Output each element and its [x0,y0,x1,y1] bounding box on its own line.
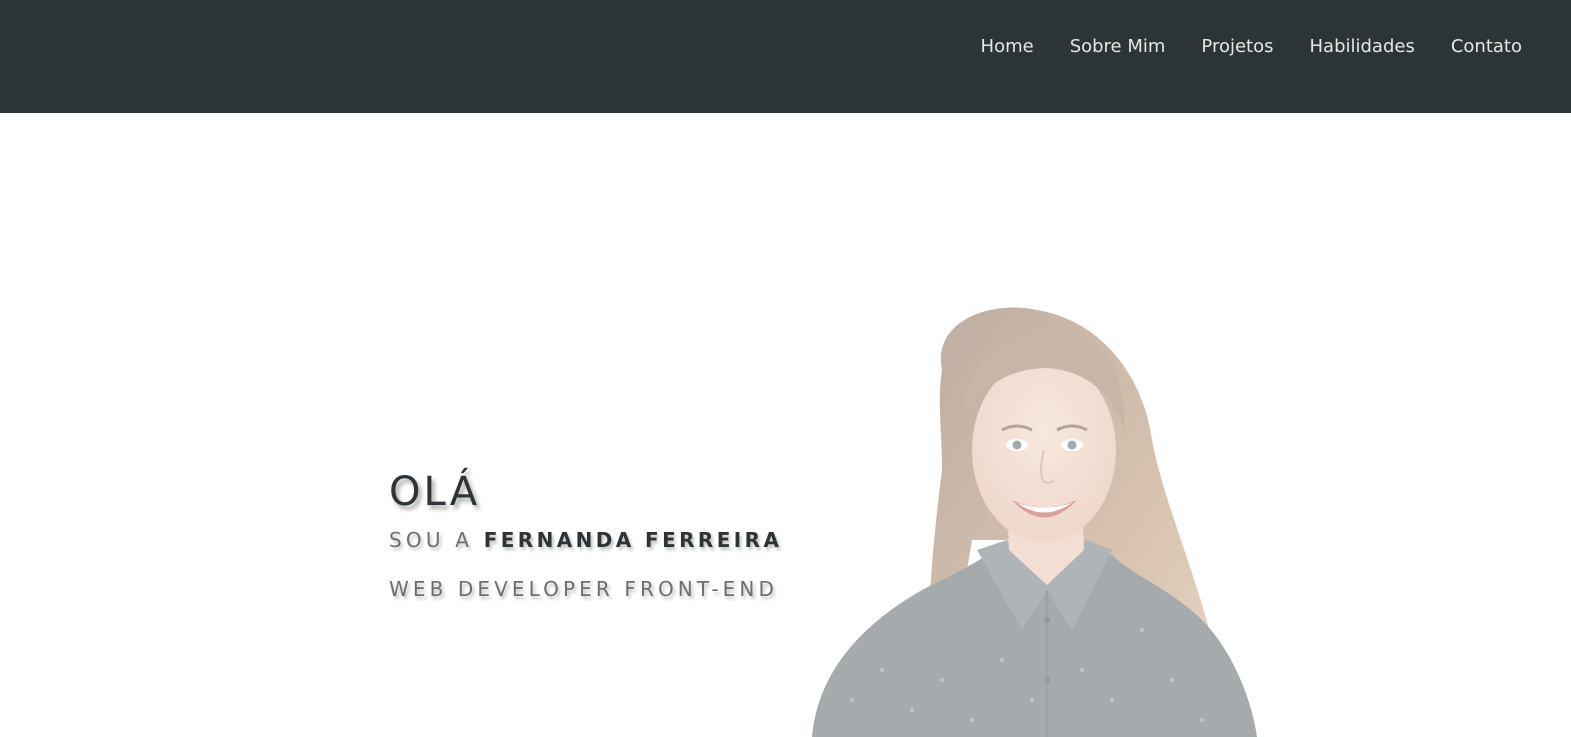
nav-link-contato[interactable]: Contato [1451,36,1522,57]
nav-item-sobre-mim: Sobre Mim [1070,34,1166,60]
hero-intro: SOU A FERNANDA FERREIRA [389,526,849,554]
nav-item-contato: Contato [1451,34,1522,60]
hero-greeting: OLÁ [389,469,481,515]
nav-item-habilidades: Habilidades [1310,34,1415,60]
top-navbar: Home Sobre Mim Projetos Habilidades Cont… [0,0,1571,113]
hero-text: OLÁ SOU A FERNANDA FERREIRA WEB DEVELOPE… [389,468,849,603]
hero-role: WEB DEVELOPER FRONT-END [389,577,778,601]
nav-link-habilidades[interactable]: Habilidades [1310,36,1415,57]
hero-name: FERNANDA FERREIRA [483,528,783,552]
nav-link-home[interactable]: Home [981,36,1034,57]
nav-menu: Home Sobre Mim Projetos Habilidades Cont… [981,34,1522,60]
nav-item-home: Home [981,34,1034,60]
portrait-photo [812,307,1257,737]
nav-link-sobre-mim[interactable]: Sobre Mim [1070,36,1166,57]
nav-item-projetos: Projetos [1201,34,1273,60]
hero-intro-prefix: SOU A [389,528,484,552]
nav-link-projetos[interactable]: Projetos [1201,36,1273,57]
